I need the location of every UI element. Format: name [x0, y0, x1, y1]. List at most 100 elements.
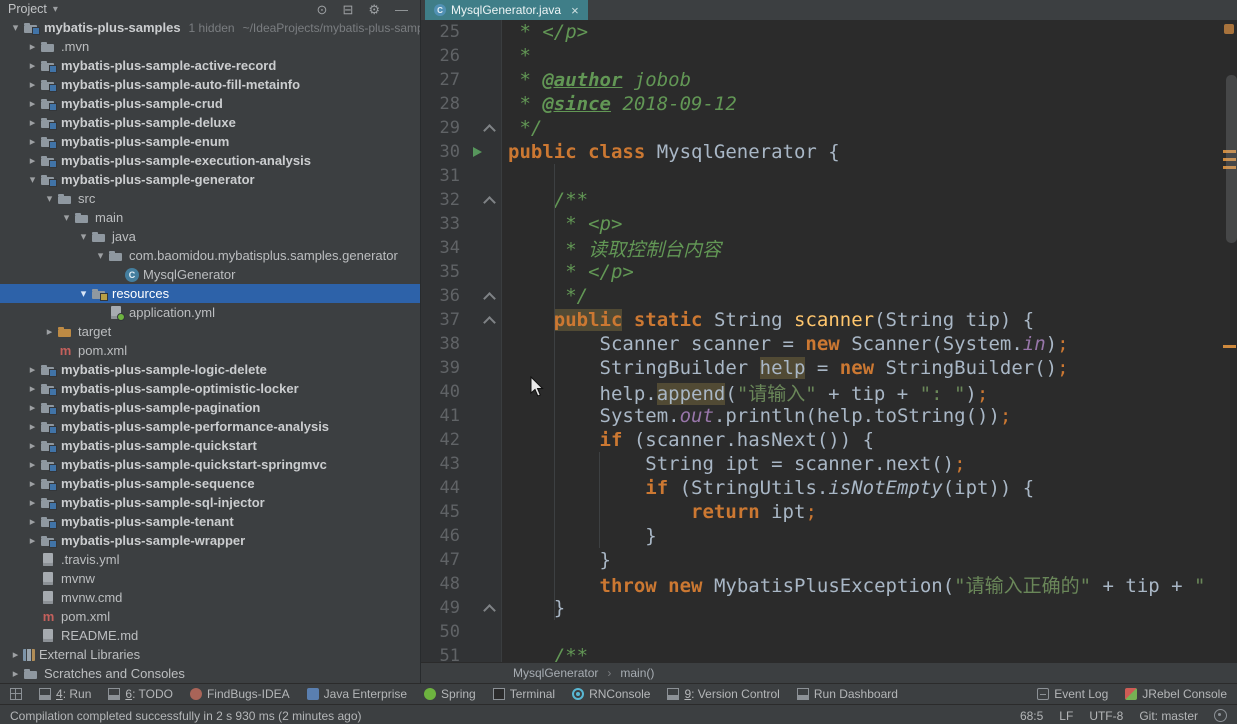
- tree-item[interactable]: ▾ mybatis-plus-sample-generator: [0, 170, 420, 189]
- code-text[interactable]: /**: [502, 645, 1237, 662]
- code-line[interactable]: 48 throw new MybatisPlusException("请输入正确…: [421, 572, 1237, 597]
- gutter[interactable]: [465, 500, 502, 524]
- gutter[interactable]: [465, 284, 502, 308]
- gutter[interactable]: [465, 572, 502, 596]
- gutter[interactable]: [465, 356, 502, 380]
- editor-tab-mysqlgenerator[interactable]: C MysqlGenerator.java ×: [425, 0, 588, 20]
- tree-item[interactable]: C MysqlGenerator: [0, 265, 420, 284]
- code-text[interactable]: if (StringUtils.isNotEmpty(ipt)) {: [502, 477, 1237, 499]
- collapsed-arrow-icon[interactable]: ▸: [25, 135, 40, 148]
- tree-item[interactable]: ▸ mybatis-plus-sample-execution-analysis: [0, 151, 420, 170]
- code-line[interactable]: 35 * </p>: [421, 260, 1237, 284]
- collapsed-arrow-icon[interactable]: ▸: [8, 667, 23, 680]
- hide-panel-icon[interactable]: —: [395, 3, 408, 16]
- collapsed-arrow-icon[interactable]: ▸: [25, 496, 40, 509]
- gutter[interactable]: [465, 236, 502, 260]
- collapsed-arrow-icon[interactable]: ▸: [25, 458, 40, 471]
- collapsed-arrow-icon[interactable]: ▸: [25, 59, 40, 72]
- gutter[interactable]: [465, 164, 502, 188]
- gutter[interactable]: [465, 140, 502, 164]
- gutter[interactable]: [465, 68, 502, 92]
- toolbar-rnconsole[interactable]: RNConsole: [572, 687, 650, 701]
- code-text[interactable]: }: [502, 597, 1237, 619]
- tree-item[interactable]: ▸ mybatis-plus-sample-deluxe: [0, 113, 420, 132]
- toolbar-findbugs[interactable]: FindBugs-IDEA: [189, 687, 290, 701]
- code-text[interactable]: * </p>: [502, 21, 1237, 43]
- tree-item[interactable]: ▸ mybatis-plus-sample-quickstart-springmv…: [0, 455, 420, 474]
- expanded-arrow-icon[interactable]: ▾: [76, 230, 91, 243]
- tree-item[interactable]: m pom.xml: [0, 607, 420, 626]
- tree-item[interactable]: ▸ External Libraries: [0, 645, 420, 664]
- collapsed-arrow-icon[interactable]: ▸: [25, 363, 40, 376]
- code-line[interactable]: 50: [421, 620, 1237, 644]
- code-text[interactable]: public class MysqlGenerator {: [502, 141, 1237, 163]
- project-view-selector[interactable]: Project ▾: [8, 2, 58, 16]
- code-line[interactable]: 41 System.out.println(help.toString());: [421, 404, 1237, 428]
- breadcrumb-class[interactable]: MysqlGenerator: [513, 666, 598, 680]
- collapsed-arrow-icon[interactable]: ▸: [25, 382, 40, 395]
- tree-item[interactable]: ▸ mybatis-plus-sample-enum: [0, 132, 420, 151]
- tree-item[interactable]: ▸ mybatis-plus-sample-auto-fill-metainfo: [0, 75, 420, 94]
- gutter[interactable]: [465, 452, 502, 476]
- encoding[interactable]: UTF-8: [1089, 709, 1123, 723]
- tree-item[interactable]: ▸ mybatis-plus-sample-sql-injector: [0, 493, 420, 512]
- code-line[interactable]: 39 StringBuilder help = new StringBuilde…: [421, 356, 1237, 380]
- tree-item[interactable]: ▸ mybatis-plus-sample-pagination: [0, 398, 420, 417]
- collapsed-arrow-icon[interactable]: ▸: [25, 78, 40, 91]
- code-text[interactable]: public static String scanner(String tip)…: [502, 309, 1237, 331]
- collapsed-arrow-icon[interactable]: ▸: [25, 515, 40, 528]
- gutter[interactable]: [465, 524, 502, 548]
- fold-icon[interactable]: [483, 196, 496, 209]
- code-line[interactable]: 34 * 读取控制台内容: [421, 236, 1237, 261]
- toolbar-run-dashboard[interactable]: Run Dashboard: [796, 687, 898, 701]
- tree-item[interactable]: ▸ .mvn: [0, 37, 420, 56]
- code-line[interactable]: 26 *: [421, 44, 1237, 68]
- code-text[interactable]: Scanner scanner = new Scanner(System.in)…: [502, 333, 1237, 355]
- code-line[interactable]: 30 public class MysqlGenerator {: [421, 140, 1237, 164]
- code-text[interactable]: return ipt;: [502, 501, 1237, 523]
- collapsed-arrow-icon[interactable]: ▸: [25, 116, 40, 129]
- code-line[interactable]: 42 if (scanner.hasNext()) {: [421, 428, 1237, 452]
- settings-icon[interactable]: ⚙: [368, 3, 380, 16]
- collapsed-arrow-icon[interactable]: ▸: [8, 648, 23, 661]
- code-line[interactable]: 40 help.append("请输入" + tip + ": ");: [421, 380, 1237, 405]
- code-line[interactable]: 43 String ipt = scanner.next();: [421, 452, 1237, 476]
- code-text[interactable]: }: [502, 525, 1237, 547]
- gutter[interactable]: [465, 428, 502, 452]
- code-line[interactable]: 47 }: [421, 548, 1237, 572]
- tree-item[interactable]: ▸ mybatis-plus-sample-active-record: [0, 56, 420, 75]
- locate-file-icon[interactable]: ⊙: [317, 3, 328, 16]
- code-line[interactable]: 38 Scanner scanner = new Scanner(System.…: [421, 332, 1237, 356]
- tree-item[interactable]: ▸ target: [0, 322, 420, 341]
- code-line[interactable]: 29 */: [421, 116, 1237, 140]
- collapsed-arrow-icon[interactable]: ▸: [42, 325, 57, 338]
- tree-item[interactable]: ▸ mybatis-plus-sample-optimistic-locker: [0, 379, 420, 398]
- code-text[interactable]: * @author jobob: [502, 69, 1237, 91]
- tree-item[interactable]: ▸ mybatis-plus-sample-logic-delete: [0, 360, 420, 379]
- tree-item[interactable]: ▾ mybatis-plus-samples 1 hidden ~/IdeaProje…: [0, 18, 420, 37]
- code-line[interactable]: 46 }: [421, 524, 1237, 548]
- gutter[interactable]: [465, 380, 502, 404]
- tree-item[interactable]: ▸ mybatis-plus-sample-tenant: [0, 512, 420, 531]
- gutter[interactable]: [465, 212, 502, 236]
- expanded-arrow-icon[interactable]: ▾: [76, 287, 91, 300]
- code-text[interactable]: if (scanner.hasNext()) {: [502, 429, 1237, 451]
- code-text[interactable]: System.out.println(help.toString());: [502, 405, 1237, 427]
- fold-icon[interactable]: [483, 316, 496, 329]
- tree-item[interactable]: .travis.yml: [0, 550, 420, 569]
- collapsed-arrow-icon[interactable]: ▸: [25, 97, 40, 110]
- gutter[interactable]: [465, 308, 502, 332]
- toolbar-spring[interactable]: Spring: [424, 687, 476, 701]
- collapsed-arrow-icon[interactable]: ▸: [25, 420, 40, 433]
- gutter[interactable]: [465, 596, 502, 620]
- code-line[interactable]: 25 * </p>: [421, 20, 1237, 44]
- toolbar-version-control[interactable]: 9: Version Control: [667, 687, 780, 701]
- code-text[interactable]: }: [502, 549, 1237, 571]
- tree-item[interactable]: ▾ resources: [0, 284, 420, 303]
- code-line[interactable]: 51 /**: [421, 644, 1237, 662]
- tree-item[interactable]: README.md: [0, 626, 420, 645]
- tree-item[interactable]: ▸ mybatis-plus-sample-sequence: [0, 474, 420, 493]
- code-line[interactable]: 27 * @author jobob: [421, 68, 1237, 92]
- gutter[interactable]: [465, 20, 502, 44]
- editor-area[interactable]: 25 * </p> 26 * 27 * @author jobob 28 * @sin…: [421, 20, 1237, 662]
